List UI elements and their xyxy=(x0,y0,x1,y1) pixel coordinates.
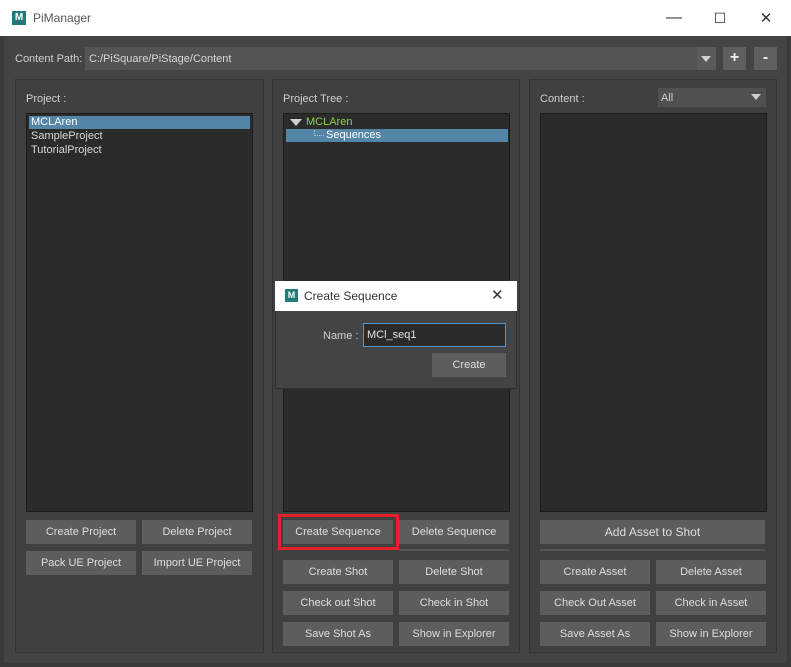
content-list[interactable] xyxy=(540,113,767,512)
divider xyxy=(540,549,765,551)
maximize-button[interactable]: ☐ xyxy=(697,0,743,36)
show-in-explorer-button[interactable]: Show in Explorer xyxy=(399,622,509,646)
app-logo-icon: M xyxy=(285,289,298,302)
create-sequence-button[interactable]: Create Sequence xyxy=(283,520,393,544)
check-out-shot-button[interactable]: Check out Shot xyxy=(283,591,393,615)
add-asset-to-shot-button[interactable]: Add Asset to Shot xyxy=(540,520,765,544)
content-filter-value: All xyxy=(661,92,674,104)
minimize-button[interactable]: — xyxy=(651,0,697,36)
list-item[interactable]: TutorialProject xyxy=(29,144,102,157)
create-project-button[interactable]: Create Project xyxy=(26,520,136,544)
tree-branch-line xyxy=(314,130,324,136)
divider xyxy=(399,549,509,551)
remove-path-button[interactable]: - xyxy=(754,47,777,70)
content-path-combobox[interactable]: C:/PiSquare/PiStage/Content xyxy=(85,47,697,70)
close-button[interactable]: ✕ xyxy=(743,0,789,36)
dialog-close-button[interactable]: ✕ xyxy=(491,286,504,304)
show-in-explorer-button[interactable]: Show in Explorer xyxy=(656,622,766,646)
dialog-title-bar: M Create Sequence ✕ xyxy=(275,281,517,311)
delete-sequence-button[interactable]: Delete Sequence xyxy=(399,520,509,544)
content-path-dropdown[interactable] xyxy=(697,47,716,70)
project-list[interactable]: MCLAren SampleProject TutorialProject xyxy=(26,113,253,512)
create-button[interactable]: Create xyxy=(432,353,506,377)
add-path-button[interactable]: + xyxy=(723,47,746,70)
check-in-shot-button[interactable]: Check in Shot xyxy=(399,591,509,615)
project-label: Project : xyxy=(26,93,67,105)
tree-node-sequences[interactable]: Sequences xyxy=(326,129,381,142)
delete-project-button[interactable]: Delete Project xyxy=(142,520,252,544)
save-asset-as-button[interactable]: Save Asset As xyxy=(540,622,650,646)
title-bar: M PiManager — ☐ ✕ xyxy=(0,0,791,36)
create-asset-button[interactable]: Create Asset xyxy=(540,560,650,584)
check-out-asset-button[interactable]: Check Out Asset xyxy=(540,591,650,615)
project-tree-label: Project Tree : xyxy=(283,93,349,105)
pack-ue-project-button[interactable]: Pack UE Project xyxy=(26,551,136,575)
save-shot-as-button[interactable]: Save Shot As xyxy=(283,622,393,646)
tree-expand-icon[interactable] xyxy=(290,119,302,126)
delete-asset-button[interactable]: Delete Asset xyxy=(656,560,766,584)
list-item[interactable]: SampleProject xyxy=(29,130,103,143)
delete-shot-button[interactable]: Delete Shot xyxy=(399,560,509,584)
tree-node-root[interactable]: MCLAren xyxy=(306,116,352,128)
dialog-title: Create Sequence xyxy=(304,289,398,303)
list-item[interactable]: MCLAren xyxy=(29,116,250,129)
content-label: Content : xyxy=(540,93,585,105)
app-logo-icon: M xyxy=(12,11,26,25)
check-in-asset-button[interactable]: Check in Asset xyxy=(656,591,766,615)
content-path-label: Content Path: xyxy=(15,53,83,65)
window-title: PiManager xyxy=(33,11,92,25)
name-label: Name : xyxy=(323,330,359,342)
content-filter-select[interactable]: All xyxy=(658,88,766,107)
import-ue-project-button[interactable]: Import UE Project xyxy=(142,551,252,575)
sequence-name-input[interactable]: MCl_seq1 xyxy=(363,323,506,347)
chevron-down-icon xyxy=(751,94,761,100)
create-shot-button[interactable]: Create Shot xyxy=(283,560,393,584)
chevron-down-icon xyxy=(701,56,711,62)
